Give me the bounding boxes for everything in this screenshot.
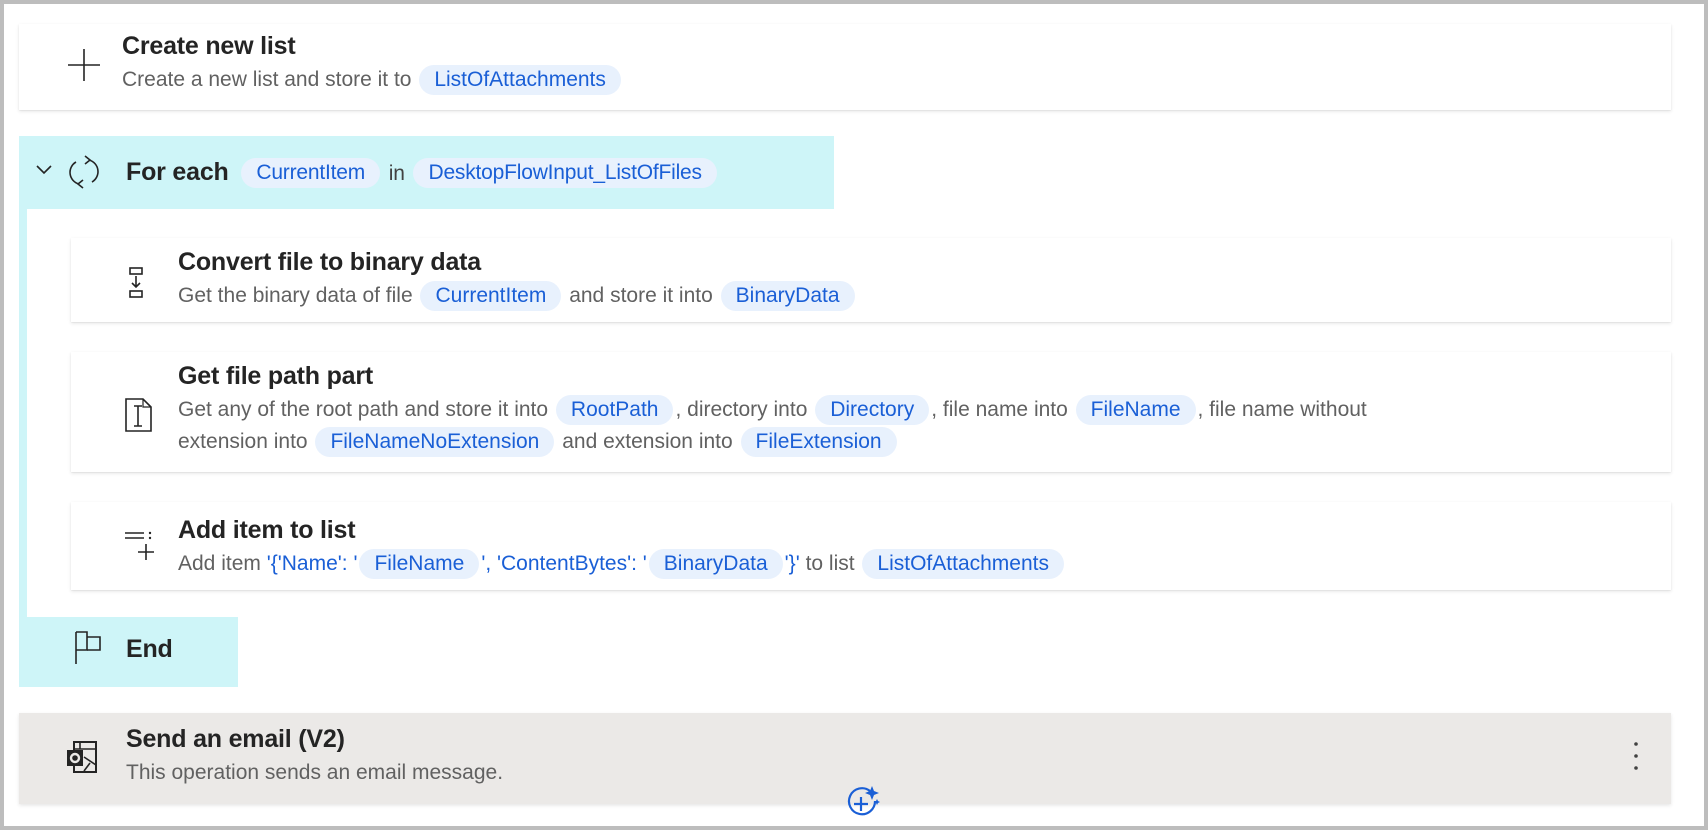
variable-chip[interactable]: CurrentItem	[241, 158, 381, 189]
step-description: This operation sends an email message.	[126, 761, 504, 784]
add-sparkle-icon[interactable]	[847, 785, 881, 819]
variable-chip[interactable]: Directory	[815, 395, 930, 426]
step-convert-file-to-binary[interactable]: Convert file to binary data Get the bina…	[71, 238, 1671, 322]
outlook-icon	[66, 741, 98, 773]
step-description-line-2: extension into FileNameNoExtension and e…	[178, 426, 899, 458]
step-get-file-path-part[interactable]: Get file path part Get any of the root p…	[71, 352, 1671, 472]
literal-text: '{'Name': '	[266, 552, 358, 575]
flow-canvas: Create new list Create a new list and st…	[4, 4, 1704, 826]
plus-icon	[67, 48, 101, 82]
for-each-label: For each	[126, 158, 229, 186]
variable-chip[interactable]: CurrentItem	[420, 281, 562, 312]
variable-chip[interactable]: FileName	[1075, 395, 1196, 426]
convert-binary-icon	[128, 267, 144, 299]
step-description: Get the binary data of file CurrentItem …	[178, 280, 857, 312]
variable-chip[interactable]: ListOfAttachments	[862, 549, 1064, 580]
variable-chip[interactable]: DesktopFlowInput_ListOfFiles	[413, 158, 717, 189]
step-title: Send an email (V2)	[126, 725, 345, 753]
step-title: End	[126, 635, 173, 663]
file-text-icon	[125, 398, 153, 432]
chevron-down-icon[interactable]	[35, 164, 53, 176]
variable-chip[interactable]: FileName	[359, 549, 480, 580]
desc-text: to list	[805, 552, 855, 575]
literal-text: ', 'ContentBytes': '	[481, 552, 647, 575]
more-vertical-icon[interactable]	[1632, 741, 1640, 771]
desc-text: extension into	[178, 430, 308, 453]
desc-text: Add item	[178, 552, 261, 575]
variable-chip[interactable]: BinaryData	[720, 281, 855, 312]
step-description-line-1: Get any of the root path and store it in…	[178, 394, 1367, 426]
variable-chip[interactable]: RootPath	[555, 395, 674, 426]
desc-text: Get any of the root path and store it in…	[178, 398, 549, 421]
step-for-each[interactable]: For each CurrentItem in DesktopFlowInput…	[19, 136, 834, 209]
step-title: Add item to list	[178, 516, 356, 544]
literal-text: '}'	[784, 552, 800, 575]
step-end[interactable]: End	[19, 617, 238, 687]
add-to-list-icon	[124, 530, 156, 562]
desc-text: , file name without	[1197, 398, 1367, 421]
step-create-new-list[interactable]: Create new list Create a new list and st…	[19, 24, 1671, 110]
step-description: Add item '{'Name': ' FileName ', 'ContentB…	[178, 548, 1066, 580]
desc-text: Create a new list and store it to	[122, 68, 412, 91]
desc-text: , directory into	[675, 398, 808, 421]
desc-text: Get the binary data of file	[178, 284, 413, 307]
step-description: Create a new list and store it to ListOf…	[122, 64, 623, 96]
in-label: in	[388, 162, 405, 185]
loop-icon	[66, 154, 102, 190]
variable-chip[interactable]: ListOfAttachments	[419, 65, 621, 96]
variable-chip[interactable]: FileExtension	[740, 427, 897, 458]
desc-text: and extension into	[562, 430, 733, 453]
step-title: Create new list	[122, 32, 296, 60]
step-send-email[interactable]: Send an email (V2) This operation sends …	[19, 713, 1671, 804]
desc-text: , file name into	[931, 398, 1068, 421]
step-title: For each CurrentItem in DesktopFlowInput…	[126, 158, 719, 190]
step-add-item-to-list[interactable]: Add item to list Add item '{'Name': ' Fil…	[71, 502, 1671, 590]
flag-icon	[74, 631, 102, 665]
variable-chip[interactable]: BinaryData	[648, 549, 783, 580]
variable-chip[interactable]: FileNameNoExtension	[315, 427, 555, 458]
step-title: Convert file to binary data	[178, 248, 481, 276]
desc-text: and store it into	[569, 284, 713, 307]
step-title: Get file path part	[178, 362, 374, 390]
